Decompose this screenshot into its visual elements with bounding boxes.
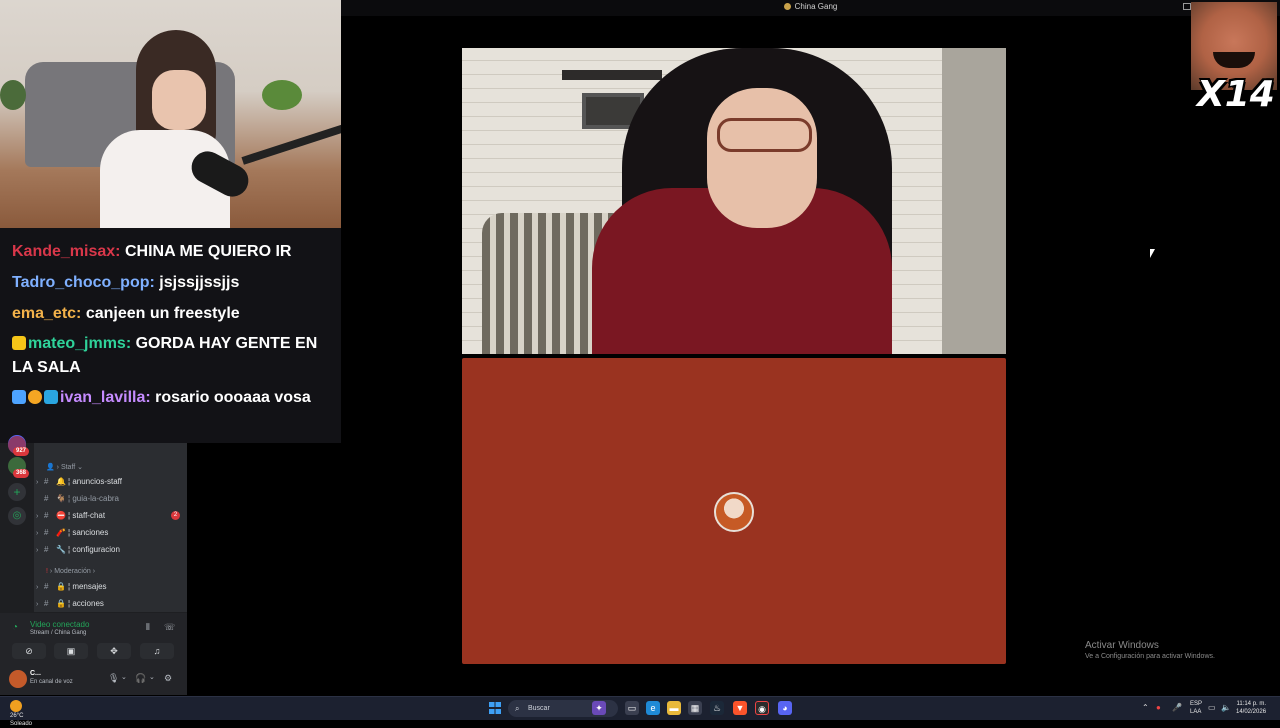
language-indicator[interactable]: ESP LAA	[1190, 700, 1202, 716]
obs-icon[interactable]: ◉	[755, 701, 769, 715]
camera-off-button[interactable]: ⊘	[12, 643, 46, 659]
brave-icon[interactable]: ▼	[733, 701, 747, 715]
soundboard-button[interactable]: ♫	[140, 643, 174, 659]
window-title-bar: China Gang	[341, 0, 1280, 16]
search-highlight-icon[interactable]: ✦	[592, 701, 606, 715]
chat-text: CHINA ME QUIERO IR	[124, 243, 292, 260]
hash-icon: #	[44, 545, 49, 554]
avatar[interactable]	[9, 670, 27, 688]
channel-anuncios-staff[interactable]: › # 🔔 ¦ anuncios-staff	[36, 474, 186, 489]
microphone-icon[interactable]: 🎙	[108, 673, 119, 684]
channel-mensajes[interactable]: › # 🔒 ¦ mensajes	[36, 579, 186, 594]
chat-message: ema_etc: canjeen un freestyle	[12, 302, 337, 326]
chat-text: canjeen un freestyle	[85, 305, 240, 322]
streamer-webcam	[0, 0, 341, 228]
start-button[interactable]	[489, 702, 501, 714]
emote-overlay: X14	[1191, 2, 1277, 112]
hash-icon: #	[44, 511, 49, 520]
add-server-icon[interactable]: +	[8, 483, 26, 501]
channel-guia-la-cabra[interactable]: # 🐐 ¦ guia-la-cabra	[36, 491, 186, 506]
sword-badge-icon	[12, 390, 26, 404]
signal-icon: ◔	[12, 622, 19, 633]
task-view-icon[interactable]: ▭	[625, 701, 639, 715]
discord-icon[interactable]: ◕	[778, 701, 792, 715]
stream-chat-overlay: Kande_misax: CHINA ME QUIERO IR Tadro_ch…	[0, 228, 341, 443]
participant-avatar-tile[interactable]	[462, 358, 1006, 664]
avatar	[714, 492, 754, 532]
channel-sanciones[interactable]: › # 🧨 ¦ sanciones	[36, 525, 186, 540]
number-badge-icon	[28, 390, 42, 404]
mention-badge: 2	[171, 511, 180, 520]
windows-taskbar: 26°C Soleado ⌕ Buscar ✦ ▭ e ▬ ▦ ♨ ▼ ◉ ◕ ⌃…	[0, 696, 1280, 727]
search-icon: ⌕	[515, 704, 520, 713]
hash-icon: #	[44, 582, 49, 591]
category-staff[interactable]: 👤 › Staff ⌄	[46, 463, 83, 471]
gear-icon[interactable]: ⚙	[164, 673, 172, 684]
chat-message: Tadro_choco_pop: jsjssjjssjjs	[12, 271, 337, 295]
hash-icon: #	[44, 528, 49, 537]
popout-icon[interactable]	[1183, 3, 1191, 10]
unread-badge: 368	[13, 469, 29, 478]
emote-multiplier: X14	[1197, 74, 1275, 112]
chat-text: rosario oooaaa vosa	[155, 389, 311, 406]
explore-icon[interactable]: ◎	[8, 507, 26, 525]
crown-badge-icon	[12, 336, 26, 350]
chat-username: ema_etc:	[12, 305, 82, 322]
chat-username: mateo_jmms:	[28, 335, 132, 352]
cube-badge-icon	[44, 390, 58, 404]
clock[interactable]: 11:14 p. m. 14/02/2026	[1236, 700, 1266, 716]
chat-message: ivan_lavilla: rosario oooaaa vosa	[12, 386, 337, 410]
chat-message: Kande_misax: CHINA ME QUIERO IR	[12, 240, 337, 264]
channel-configuracion[interactable]: › # 🔧 ¦ configuracion	[36, 542, 186, 557]
chat-text: jsjssjjssjjs	[159, 274, 240, 291]
volume-icon[interactable]: 🔈	[1221, 703, 1231, 712]
window-title: China Gang	[794, 2, 838, 11]
server-icon	[783, 3, 791, 10]
username: C...	[30, 670, 41, 677]
network-icon[interactable]: ▭	[1208, 703, 1216, 712]
edge-icon[interactable]: e	[646, 701, 660, 715]
headphones-icon[interactable]: 🎧	[135, 673, 146, 684]
hash-icon: #	[44, 477, 49, 486]
noise-suppression-icon[interactable]: ⫴	[146, 622, 150, 633]
store-icon[interactable]: ▦	[688, 701, 702, 715]
file-explorer-icon[interactable]: ▬	[667, 701, 681, 715]
alert-icon: !	[46, 568, 48, 575]
weather-widget[interactable]: 26°C Soleado	[10, 700, 32, 728]
screen-share-button[interactable]: ▣	[54, 643, 88, 659]
chat-message: mateo_jmms: GORDA HAY GENTE EN LA SALA	[12, 332, 337, 380]
microphone-icon[interactable]: 🎤	[1172, 703, 1182, 712]
participant-video-tile[interactable]	[462, 48, 1006, 354]
unread-badge: 927	[13, 447, 29, 456]
voice-location[interactable]: Stream / China Gang	[30, 630, 86, 636]
hash-icon: #	[44, 494, 49, 503]
voice-connection-panel: ◔ Video conectado Stream / China Gang ⫴ …	[0, 612, 187, 664]
sun-icon	[10, 700, 22, 712]
tray-app-icon[interactable]: ●	[1156, 703, 1161, 712]
category-moderacion[interactable]: ! › Moderación ›	[46, 568, 95, 575]
activate-windows-watermark: Activar Windows Ve a Configuración para …	[1085, 640, 1215, 660]
tray-expand-icon[interactable]: ⌃	[1142, 703, 1149, 712]
mouse-cursor-icon	[1150, 249, 1155, 258]
steam-icon[interactable]: ♨	[710, 701, 724, 715]
chat-username: Tadro_choco_pop:	[12, 274, 155, 291]
user-panel: C... En canal de voz 🎙 ⌄ 🎧 ⌄ ⚙	[0, 664, 187, 695]
disconnect-icon[interactable]: ☏	[164, 622, 175, 633]
hash-icon: #	[44, 599, 49, 608]
channel-acciones[interactable]: › # 🔒 ¦ acciones	[36, 596, 186, 611]
chat-username: Kande_misax:	[12, 243, 121, 260]
activities-button[interactable]: ✥	[97, 643, 131, 659]
chevron-down-icon[interactable]: ⌄	[149, 673, 155, 681]
chevron-down-icon[interactable]: ⌄	[121, 673, 127, 681]
voice-status: Video conectado	[30, 620, 90, 629]
channel-staff-chat[interactable]: › # ⛔ ¦ staff-chat 2	[36, 508, 186, 523]
user-icon: 👤 ›	[46, 464, 61, 471]
chat-username: ivan_lavilla:	[60, 389, 151, 406]
user-status: En canal de voz	[30, 679, 73, 685]
